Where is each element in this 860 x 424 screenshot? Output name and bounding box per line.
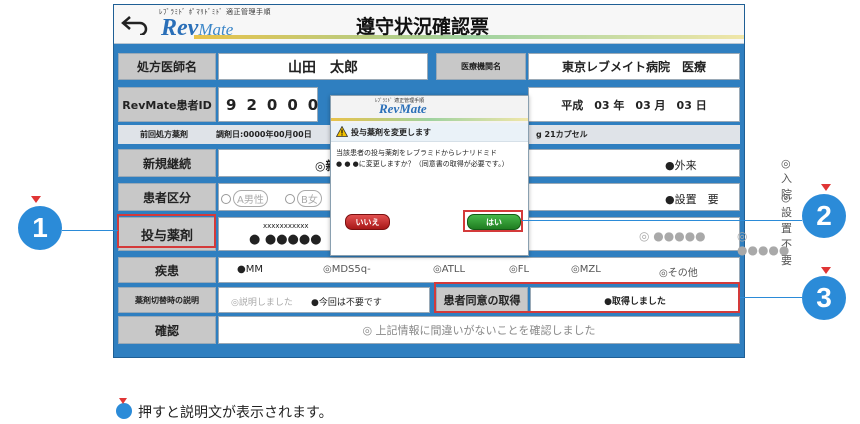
category-b-option[interactable]: B女	[285, 190, 322, 207]
drug-label-highlight	[117, 214, 216, 248]
yes-button[interactable]: はい	[467, 214, 521, 230]
drug-option-b[interactable]: ◎ ●●●●●	[737, 229, 789, 257]
facility-label: 医療機関名	[436, 53, 526, 80]
dialog-message-line1: 当該患者の投与薬剤をレブラミドからレナリドミド	[336, 149, 497, 157]
dialog-title: 投与薬剤を変更します	[351, 128, 431, 137]
explanation-not-needed-option[interactable]: ●今回は不要です	[311, 295, 382, 308]
disease-option-atll[interactable]: ◎ATLL	[433, 264, 465, 275]
confirm-checkbox[interactable]: ◎ 上記情報に間違いがないことを確認しました	[218, 316, 740, 344]
dialog-header: ﾚﾌﾞﾗﾐﾄﾞ 適正管理手順 RevMate	[331, 96, 528, 124]
disease-row: ●MM ◎MDS5q- ◎ATLL ◎FL ◎MZL ◎その他	[218, 257, 740, 283]
date-value: 平成 03 年 03 月 03 日	[528, 87, 740, 122]
previous-prescription-label: 前回処方薬剤	[140, 130, 188, 139]
category-a-option[interactable]: A男性	[221, 190, 268, 207]
previous-prescription-value: 調剤日:0000年00月00日	[216, 130, 312, 139]
patient-id-digits: 92000	[226, 95, 329, 114]
facility-value: 東京レブメイト病院 医療	[528, 53, 740, 80]
patient-id-value: 92000	[218, 87, 318, 122]
outpatient-option[interactable]: ●外来	[665, 157, 697, 173]
drug-option-a[interactable]: ◎ ●●●●●	[639, 229, 706, 243]
no-button[interactable]: いいえ	[345, 214, 390, 230]
back-arrow-icon[interactable]	[120, 13, 150, 35]
patient-id-label: RevMate患者ID	[118, 87, 216, 122]
doctor-label: 処方医師名	[118, 53, 216, 80]
legend-triangle-icon	[119, 398, 127, 404]
disease-option-fl[interactable]: ◎FL	[509, 264, 529, 275]
warning-icon	[336, 126, 348, 137]
explanation-label: 薬剤切替時の説明	[118, 287, 216, 313]
disease-label: 疾患	[118, 257, 216, 283]
dialog-logo: RevMate	[379, 101, 427, 116]
app-header: ﾚﾌﾞﾗﾐﾄﾞ ﾎﾟﾏﾘﾄﾞﾐﾄﾞ 適正管理手順 RevMate 遵守状況確認票	[114, 5, 744, 44]
callout-1-marker	[31, 196, 41, 203]
change-drug-dialog: ﾚﾌﾞﾗﾐﾄﾞ 適正管理手順 RevMate 投与薬剤を変更します 当該患者の投…	[330, 95, 529, 256]
dialog-stripe	[331, 118, 528, 121]
dialog-title-bar: 投与薬剤を変更します	[331, 123, 528, 142]
callout-2-marker	[821, 184, 831, 191]
disease-option-mds5q[interactable]: ◎MDS5q-	[323, 264, 371, 275]
drug-value-small: xxxxxxxxxxx	[263, 222, 309, 230]
page-title: 遵守状況確認票	[356, 16, 490, 38]
consent-highlight	[434, 282, 740, 313]
callout-1-line	[62, 230, 118, 231]
callout-1[interactable]: 1	[18, 206, 62, 250]
legend-text: 押すと説明文が表示されます。	[138, 405, 333, 421]
callout-3-line	[740, 297, 802, 298]
callout-2[interactable]: 2	[802, 194, 846, 238]
doctor-value: 山田 太郎	[218, 53, 428, 80]
dialog-message: 当該患者の投与薬剤をレブラミドからレナリドミド ● ● ●に変更しますか？（同意…	[336, 148, 526, 170]
disease-option-mzl[interactable]: ◎MZL	[571, 264, 601, 275]
disease-option-other[interactable]: ◎その他	[659, 264, 698, 279]
legend-marker-icon	[116, 403, 132, 419]
explanation-row: ◎説明しました ●今回は不要です	[218, 287, 430, 313]
drug-value-mask[interactable]: ● ●●●●●	[249, 232, 322, 247]
explanation-done-option[interactable]: ◎説明しました	[231, 295, 293, 308]
disease-option-mm[interactable]: ●MM	[237, 264, 263, 275]
previous-prescription-tail: g 21カプセル	[536, 130, 588, 139]
callout-3[interactable]: 3	[802, 276, 846, 320]
callout-2-line	[522, 220, 802, 221]
dialog-message-line2: ● ● ●に変更しますか？（同意書の取得が必要です。）	[336, 160, 509, 168]
patient-category-label: 患者区分	[118, 183, 216, 211]
continuation-label: 新規継続	[118, 149, 216, 177]
setting-required-option[interactable]: ●設置 要	[665, 191, 719, 207]
confirm-label: 確認	[118, 316, 216, 344]
callout-3-marker	[821, 267, 831, 274]
